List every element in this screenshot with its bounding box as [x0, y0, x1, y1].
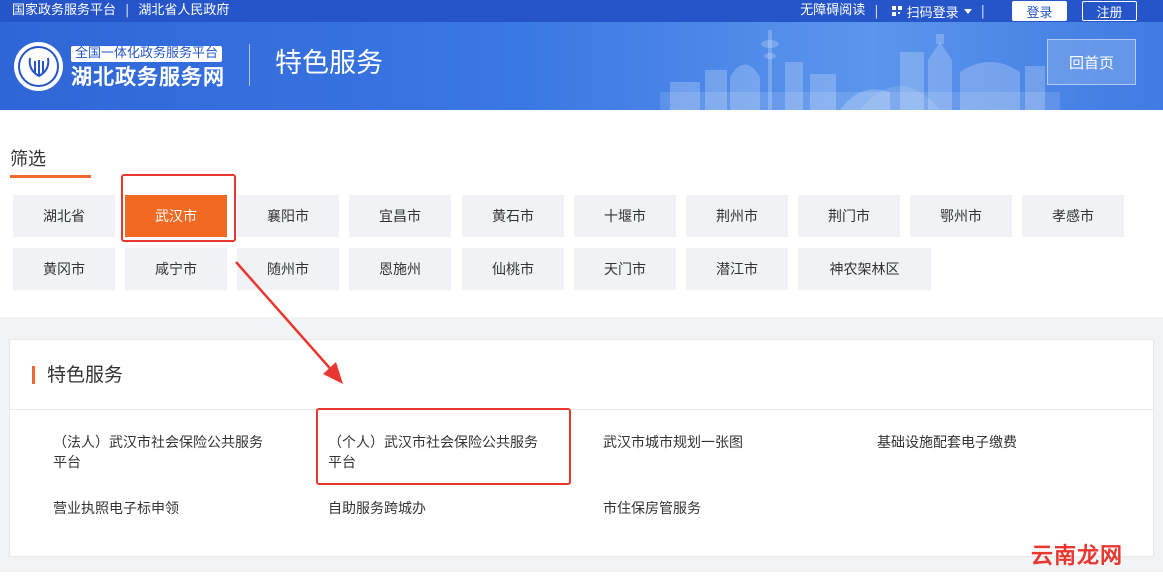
- city-option[interactable]: 荆州市: [686, 195, 788, 237]
- service-item-link[interactable]: （个人）武汉市社会保险公共服务 平台: [328, 433, 568, 473]
- city-option[interactable]: 天门市: [574, 248, 676, 290]
- top-bar-links: 国家政务服务平台 | 湖北省人民政府: [12, 0, 229, 22]
- service-item-link[interactable]: （法人）武汉市社会保险公共服务 平台: [53, 433, 303, 473]
- scan-login-label: 扫码登录: [906, 5, 959, 21]
- qr-code-icon: [891, 6, 902, 16]
- bottom-strip: [0, 572, 1163, 582]
- service-item-link[interactable]: 自助服务跨城办: [328, 499, 568, 519]
- link-separator: |: [874, 3, 879, 19]
- city-option[interactable]: 恩施州: [349, 248, 451, 290]
- chevron-down-icon: [963, 8, 972, 14]
- accessible-reading-link[interactable]: 无障碍阅读: [800, 1, 865, 21]
- section-accent-bar: [32, 366, 35, 384]
- header-divider: [249, 44, 250, 86]
- service-item-link[interactable]: 市住保房管服务: [603, 499, 843, 519]
- back-home-button[interactable]: 回首页: [1047, 39, 1136, 85]
- city-option[interactable]: 仙桃市: [462, 248, 564, 290]
- city-option[interactable]: 黄冈市: [13, 248, 115, 290]
- city-option[interactable]: 咸宁市: [125, 248, 227, 290]
- featured-services-panel: 特色服务 （法人）武汉市社会保险公共服务 平台 （个人）武汉市社会保险公共服务 …: [9, 339, 1154, 557]
- hubei-gov-link[interactable]: 湖北省人民政府: [138, 1, 229, 21]
- city-option[interactable]: 襄阳市: [237, 195, 339, 237]
- logo-title: 湖北政务服务网: [71, 65, 225, 89]
- scan-login-menu[interactable]: 扫码登录: [891, 2, 972, 21]
- hubei-emblem-logo[interactable]: [14, 42, 63, 91]
- login-button[interactable]: 登录: [1012, 1, 1067, 21]
- national-platform-link[interactable]: 国家政务服务平台: [12, 1, 116, 21]
- service-item-link[interactable]: 基础设施配套电子缴费: [877, 433, 1117, 453]
- city-option[interactable]: 神农架林区: [798, 248, 931, 290]
- filter-panel: 筛选 湖北省 武汉市 襄阳市 宜昌市 黄石市 十堰市 荆州市 荆门市 鄂州市 孝…: [0, 110, 1163, 317]
- service-item-label: （个人）武汉市社会保险公共服务: [328, 435, 538, 451]
- city-option[interactable]: 十堰市: [574, 195, 676, 237]
- city-option[interactable]: 随州市: [237, 248, 339, 290]
- service-item-label-line2: 平台: [53, 455, 81, 471]
- city-option[interactable]: 湖北省: [13, 195, 115, 237]
- page-title: 特色服务: [275, 48, 383, 79]
- top-bar: 国家政务服务平台 | 湖北省人民政府 无障碍阅读 | 扫码登录 | 登录 注册: [0, 0, 1163, 22]
- service-item-label-line2: 平台: [328, 455, 356, 471]
- logo-subtitle: 全国一体化政务服务平台: [71, 46, 223, 62]
- city-option[interactable]: 鄂州市: [910, 195, 1012, 237]
- site-logo-text[interactable]: 全国一体化政务服务平台 湖北政务服务网: [71, 42, 225, 91]
- header-banner: 全国一体化政务服务平台 湖北政务服务网 特色服务 回首页: [0, 22, 1163, 110]
- link-separator: |: [980, 3, 985, 19]
- watermark: 云南龙网: [1031, 544, 1124, 569]
- services-header: 特色服务: [10, 340, 1153, 410]
- service-item-link[interactable]: 武汉市城市规划一张图: [603, 433, 843, 453]
- register-button[interactable]: 注册: [1082, 1, 1137, 21]
- city-option[interactable]: 荆门市: [798, 195, 900, 237]
- lyre-emblem-icon: [28, 57, 49, 77]
- filter-title-underline: [10, 175, 91, 178]
- filter-title: 筛选: [10, 149, 46, 170]
- link-separator: |: [125, 3, 130, 18]
- top-bar-actions: 无障碍阅读 | 扫码登录 | 登录 注册: [800, 0, 1137, 22]
- city-option[interactable]: 潜江市: [686, 248, 788, 290]
- city-option[interactable]: 宜昌市: [349, 195, 451, 237]
- city-option[interactable]: 黄石市: [462, 195, 564, 237]
- service-item-link[interactable]: 营业执照电子标申领: [53, 499, 303, 519]
- city-option[interactable]: 孝感市: [1022, 195, 1124, 237]
- services-title: 特色服务: [47, 364, 124, 386]
- city-option-selected[interactable]: 武汉市: [125, 195, 227, 237]
- service-item-label: （法人）武汉市社会保险公共服务: [53, 435, 263, 451]
- emblem-ring: [18, 46, 59, 87]
- city-skyline-illustration: [660, 30, 1060, 110]
